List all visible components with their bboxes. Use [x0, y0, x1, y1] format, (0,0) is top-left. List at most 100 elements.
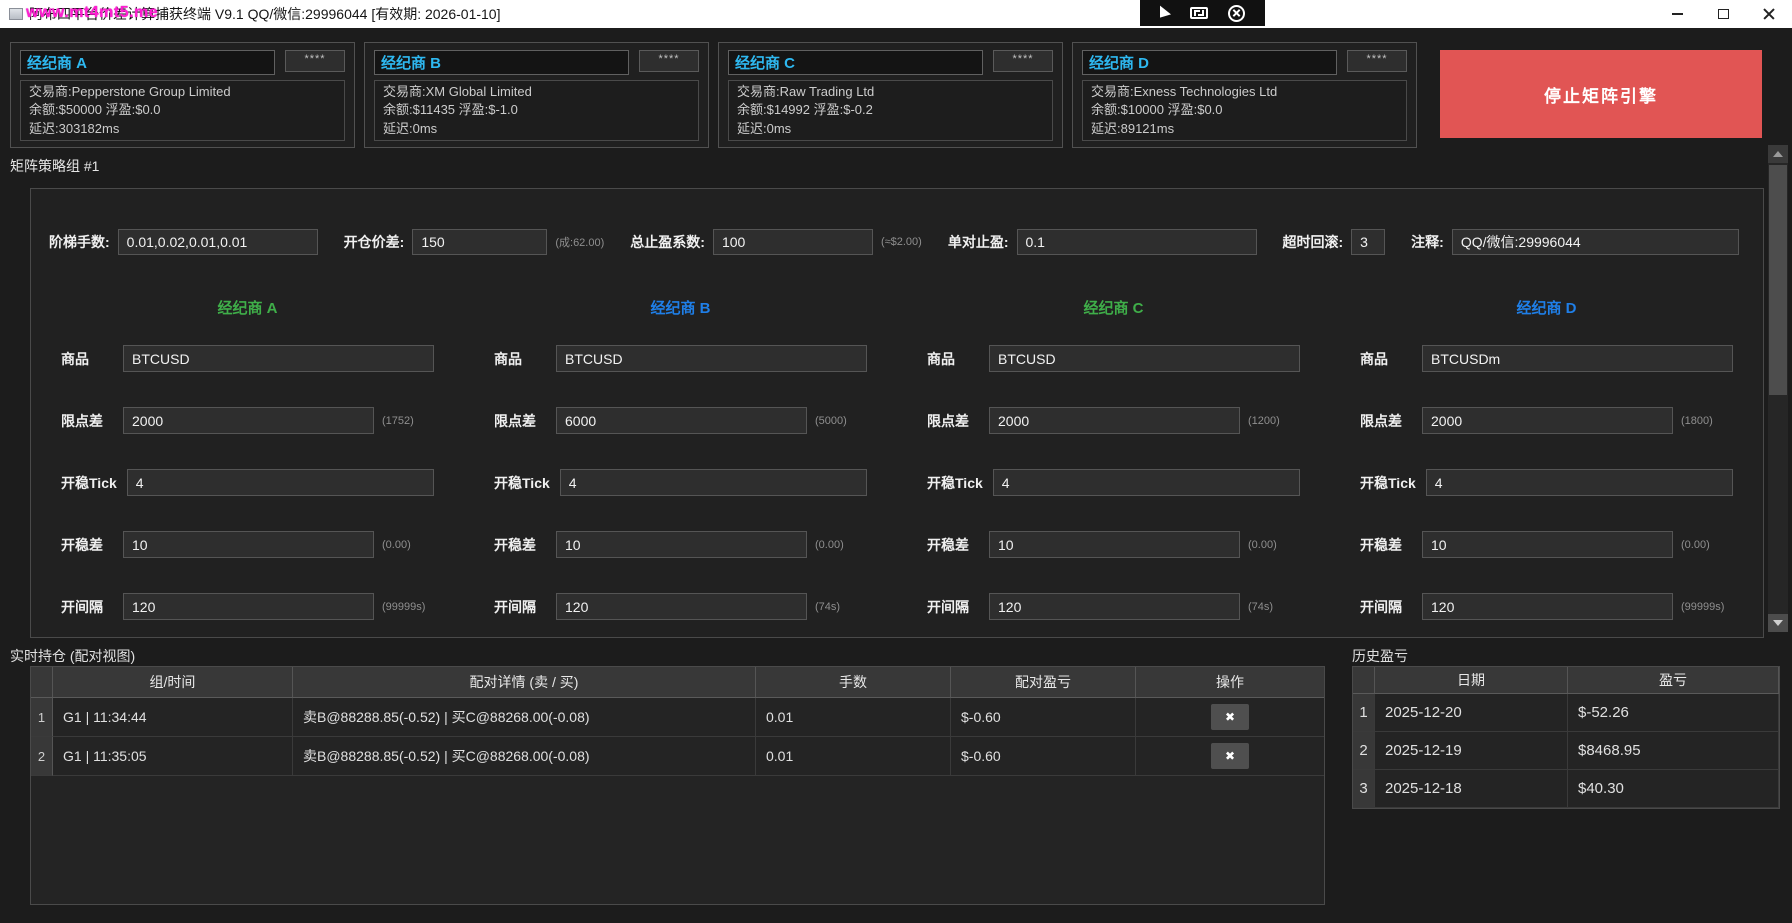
pair-tp-input[interactable] — [1017, 229, 1257, 255]
stable-diff-note: (0.00) — [1248, 539, 1300, 551]
group-time-cell: G1 | 11:34:44 — [53, 698, 293, 737]
close-position-button[interactable]: ✖ — [1211, 704, 1249, 730]
row-number: 3 — [1353, 770, 1375, 808]
comment-input[interactable] — [1452, 229, 1739, 255]
symbol-input-c[interactable] — [989, 345, 1300, 372]
open-interval-label: 开间隔 — [927, 597, 979, 617]
row-number: 1 — [1353, 694, 1375, 732]
stable-diff-input-a[interactable] — [123, 531, 374, 558]
max-spread-label: 限点差 — [61, 411, 113, 431]
open-interval-label: 开间隔 — [1360, 597, 1412, 617]
symbol-input-b[interactable] — [556, 345, 867, 372]
broker-c-name-input[interactable] — [728, 50, 983, 75]
stable-tick-input-b[interactable] — [560, 469, 867, 496]
scrollbar-thumb[interactable] — [1769, 165, 1787, 395]
broker-panel-b: **** 交易商:XM Global Limited 余额:$11435 浮盈:… — [364, 42, 709, 148]
history-row: 2 2025-12-19 $8468.95 — [1353, 732, 1779, 770]
header-group-time: 组/时间 — [53, 667, 293, 697]
broker-panel-d: **** 交易商:Exness Technologies Ltd 余额:$100… — [1072, 42, 1417, 148]
stable-diff-input-c[interactable] — [989, 531, 1240, 558]
pnl-cell: $-0.60 — [951, 737, 1136, 776]
history-header-row: 日期 盈亏 — [1353, 667, 1779, 694]
max-spread-input-a[interactable] — [123, 407, 374, 434]
header-date: 日期 — [1375, 667, 1568, 693]
max-spread-input-b[interactable] — [556, 407, 807, 434]
max-spread-note: (1800) — [1681, 415, 1733, 427]
column-c-header: 经纪商 C — [927, 297, 1300, 321]
broker-d-latency: 延迟:89121ms — [1091, 120, 1398, 138]
broker-b-name-input[interactable] — [374, 50, 629, 75]
stable-tick-input-d[interactable] — [1426, 469, 1733, 496]
header-pnl: 盈亏 — [1568, 667, 1779, 693]
column-broker-c: 经纪商 C 商品 限点差(1200) 开稳Tick 开稳差(0.00) 开间隔(… — [897, 297, 1330, 655]
pnl-cell: $-52.26 — [1568, 694, 1779, 732]
pair-tp-label: 单对止盈: — [948, 232, 1009, 252]
column-broker-b: 经纪商 B 商品 限点差(5000) 开稳Tick 开稳差(0.00) 开间隔(… — [464, 297, 897, 655]
broker-a-name-input[interactable] — [20, 50, 275, 75]
max-spread-input-c[interactable] — [989, 407, 1240, 434]
timeout-rollback-input[interactable] — [1351, 229, 1385, 255]
open-interval-input-a[interactable] — [123, 593, 374, 620]
strategy-scrollbar[interactable] — [1768, 145, 1788, 632]
total-tp-factor-note: (≈$2.00) — [881, 236, 922, 248]
open-interval-input-d[interactable] — [1422, 593, 1673, 620]
broker-b-latency: 延迟:0ms — [383, 120, 690, 138]
date-cell: 2025-12-19 — [1375, 732, 1568, 770]
broker-c-password-mask[interactable]: **** — [993, 50, 1053, 72]
max-spread-input-d[interactable] — [1422, 407, 1673, 434]
overlay-close-icon[interactable] — [1228, 5, 1245, 22]
scroll-down-icon[interactable] — [1768, 614, 1788, 632]
broker-b-password-mask[interactable]: **** — [639, 50, 699, 72]
stop-matrix-engine-button[interactable]: 停止矩阵引擎 — [1440, 50, 1762, 138]
row-number: 2 — [31, 737, 53, 776]
row-number: 2 — [1353, 732, 1375, 770]
history-row: 3 2025-12-18 $40.30 — [1353, 770, 1779, 808]
symbol-label: 商品 — [61, 349, 113, 369]
open-spread-label: 开仓价差: — [344, 232, 405, 252]
symbol-label: 商品 — [494, 349, 546, 369]
ladder-lots-input[interactable] — [118, 229, 318, 255]
column-b-header: 经纪商 B — [494, 297, 867, 321]
broker-a-password-mask[interactable]: **** — [285, 50, 345, 72]
lots-cell: 0.01 — [756, 698, 951, 737]
symbol-input-a[interactable] — [123, 345, 434, 372]
maximize-button[interactable] — [1700, 0, 1746, 28]
open-interval-label: 开间隔 — [61, 597, 113, 617]
close-position-button[interactable]: ✖ — [1211, 743, 1249, 769]
share-play-icon[interactable] — [1160, 6, 1171, 21]
display-resize-icon[interactable] — [1190, 7, 1208, 19]
open-spread-input[interactable] — [412, 229, 547, 255]
stable-diff-input-d[interactable] — [1422, 531, 1673, 558]
stable-tick-input-c[interactable] — [993, 469, 1300, 496]
stable-tick-label: 开稳Tick — [1360, 473, 1416, 493]
total-tp-factor-label: 总止盈系数: — [630, 232, 705, 252]
broker-a-dealer: 交易商:Pepperstone Group Limited — [29, 83, 336, 101]
history-title: 历史盈亏 — [1352, 646, 1408, 666]
column-broker-a: 经纪商 A 商品 限点差(1752) 开稳Tick 开稳差(0.00) 开间隔(… — [31, 297, 464, 655]
stable-tick-input-a[interactable] — [127, 469, 434, 496]
stable-diff-input-b[interactable] — [556, 531, 807, 558]
scroll-up-icon[interactable] — [1768, 145, 1788, 163]
broker-a-balance: 余额:$50000 浮盈:$0.0 — [29, 101, 336, 119]
symbol-input-d[interactable] — [1422, 345, 1733, 372]
open-interval-input-c[interactable] — [989, 593, 1240, 620]
stable-diff-label: 开稳差 — [494, 535, 546, 555]
positions-title: 实时持仓 (配对视图) — [10, 646, 135, 666]
max-spread-label: 限点差 — [494, 411, 546, 431]
broker-c-latency: 延迟:0ms — [737, 120, 1044, 138]
lots-cell: 0.01 — [756, 737, 951, 776]
positions-table: 组/时间 配对详情 (卖 / 买) 手数 配对盈亏 操作 1 G1 | 11:3… — [30, 666, 1325, 905]
broker-d-info: 交易商:Exness Technologies Ltd 余额:$10000 浮盈… — [1082, 80, 1407, 141]
broker-b-dealer: 交易商:XM Global Limited — [383, 83, 690, 101]
broker-d-password-mask[interactable]: **** — [1347, 50, 1407, 72]
position-row: 2 G1 | 11:35:05 卖B@88288.85(-0.52) | 买C@… — [31, 737, 1324, 776]
close-button[interactable] — [1746, 0, 1792, 28]
broker-d-name-input[interactable] — [1082, 50, 1337, 75]
broker-a-latency: 延迟:303182ms — [29, 120, 336, 138]
open-interval-note: (74s) — [815, 601, 867, 613]
minimize-button[interactable] — [1654, 0, 1700, 28]
total-tp-factor-input[interactable] — [713, 229, 873, 255]
pnl-cell: $40.30 — [1568, 770, 1779, 808]
stable-tick-label: 开稳Tick — [927, 473, 983, 493]
open-interval-input-b[interactable] — [556, 593, 807, 620]
